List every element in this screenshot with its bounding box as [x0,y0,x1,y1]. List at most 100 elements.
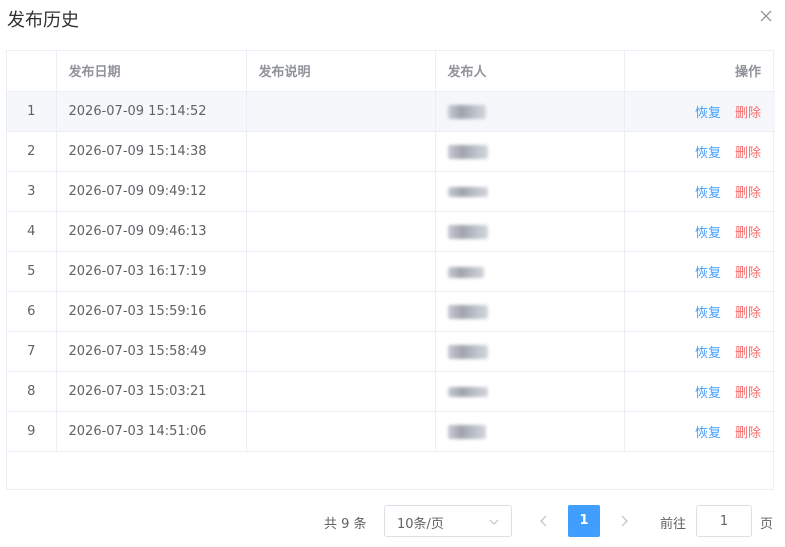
table-row: 8 2026-07-03 15:03:21 恢复 删除 [7,371,775,412]
close-icon[interactable] [759,9,773,23]
row-desc [246,91,436,132]
chevron-down-icon [489,519,499,525]
column-header-index [7,51,57,92]
row-actions: 恢复 删除 [624,251,775,292]
blurred-publisher-name [447,187,488,197]
row-index: 1 [7,91,57,132]
table-row: 2 2026-07-09 15:14:38 恢复 删除 [7,131,775,172]
page-size-select[interactable]: 10条/页 [384,505,512,537]
row-actions: 恢复 删除 [624,211,775,252]
row-date: 2026-07-03 15:58:49 [56,331,247,372]
restore-button[interactable]: 恢复 [695,106,721,121]
row-date: 2026-07-09 09:49:12 [56,171,247,212]
row-publisher [435,251,625,292]
delete-button[interactable]: 删除 [735,186,761,201]
table-row: 6 2026-07-03 15:59:16 恢复 删除 [7,291,775,332]
row-publisher [435,411,625,452]
blurred-publisher-name [447,225,488,239]
row-index: 3 [7,171,57,212]
restore-button[interactable]: 恢复 [695,266,721,281]
row-desc [246,291,436,332]
restore-button[interactable]: 恢复 [695,426,721,441]
row-index: 8 [7,371,57,412]
delete-button[interactable]: 删除 [735,146,761,161]
row-actions: 恢复 删除 [624,411,775,452]
restore-button[interactable]: 恢复 [695,386,721,401]
row-desc [246,411,436,452]
blurred-publisher-name [447,145,488,159]
dialog-title: 发布历史 [7,10,79,31]
row-publisher [435,211,625,252]
delete-button[interactable]: 删除 [735,426,761,441]
row-desc [246,211,436,252]
delete-button[interactable]: 删除 [735,226,761,241]
column-header-date: 发布日期 [56,51,247,92]
restore-button[interactable]: 恢复 [695,306,721,321]
restore-button[interactable]: 恢复 [695,186,721,201]
restore-button[interactable]: 恢复 [695,146,721,161]
blurred-publisher-name [447,266,484,278]
row-index: 5 [7,251,57,292]
row-date: 2026-07-03 15:59:16 [56,291,247,332]
row-date: 2026-07-03 15:03:21 [56,371,247,412]
chevron-right-icon[interactable] [616,513,632,529]
row-date: 2026-07-09 09:46:13 [56,211,247,252]
row-desc [246,371,436,412]
blurred-publisher-name [447,425,486,439]
goto-page-input[interactable] [696,505,752,537]
delete-button[interactable]: 删除 [735,346,761,361]
row-date: 2026-07-09 15:14:52 [56,91,247,132]
row-publisher [435,91,625,132]
delete-button[interactable]: 删除 [735,306,761,321]
table-row: 5 2026-07-03 16:17:19 恢复 删除 [7,251,775,292]
row-actions: 恢复 删除 [624,171,775,212]
row-index: 9 [7,411,57,452]
goto-label: 前往 [660,517,687,532]
row-desc [246,131,436,172]
page-number-current[interactable]: 1 [568,505,600,537]
pagination-total: 共 9 条 [324,517,367,532]
row-desc [246,171,436,212]
table-row: 7 2026-07-03 15:58:49 恢复 删除 [7,331,775,372]
history-table: 发布日期 发布说明 发布人 操作 1 2026-07-09 15:14:52 恢… [6,50,775,490]
delete-button[interactable]: 删除 [735,106,761,121]
blurred-publisher-name [447,105,486,119]
pagination: 共 9 条 10条/页 1 前往 页 [0,505,785,537]
row-date: 2026-07-09 15:14:38 [56,131,247,172]
row-index: 6 [7,291,57,332]
row-actions: 恢复 删除 [624,371,775,412]
restore-button[interactable]: 恢复 [695,226,721,241]
row-actions: 恢复 删除 [624,291,775,332]
table-row: 9 2026-07-03 14:51:06 恢复 删除 [7,411,775,452]
column-header-publisher: 发布人 [435,51,625,92]
row-publisher [435,171,625,212]
delete-button[interactable]: 删除 [735,386,761,401]
row-date: 2026-07-03 16:17:19 [56,251,247,292]
blurred-publisher-name [447,305,488,319]
row-index: 7 [7,331,57,372]
table-row: 3 2026-07-09 09:49:12 恢复 删除 [7,171,775,212]
row-date: 2026-07-03 14:51:06 [56,411,247,452]
page-size-value: 10条/页 [397,517,444,532]
row-actions: 恢复 删除 [624,331,775,372]
row-publisher [435,331,625,372]
blurred-publisher-name [447,345,488,359]
table-row: 1 2026-07-09 15:14:52 恢复 删除 [7,91,775,132]
table-row: 4 2026-07-09 09:46:13 恢复 删除 [7,211,775,252]
restore-button[interactable]: 恢复 [695,346,721,361]
column-header-desc: 发布说明 [246,51,436,92]
row-desc [246,251,436,292]
row-publisher [435,131,625,172]
chevron-left-icon[interactable] [536,513,552,529]
row-publisher [435,371,625,412]
table-header-row: 发布日期 发布说明 发布人 操作 [7,51,775,92]
row-actions: 恢复 删除 [624,91,775,132]
delete-button[interactable]: 删除 [735,266,761,281]
blurred-publisher-name [447,387,488,397]
goto-unit-label: 页 [760,517,774,532]
column-header-actions: 操作 [624,51,775,92]
row-index: 4 [7,211,57,252]
row-desc [246,331,436,372]
row-publisher [435,291,625,332]
row-index: 2 [7,131,57,172]
